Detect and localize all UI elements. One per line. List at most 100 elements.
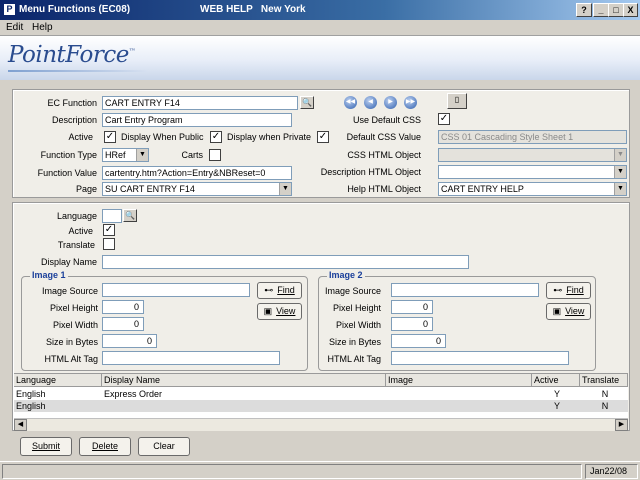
scroll-right-icon[interactable]: ▶: [615, 419, 628, 431]
column-header-active[interactable]: Active: [532, 374, 580, 387]
binoculars-icon: ⊷: [264, 285, 274, 295]
column-header-translate[interactable]: Translate: [580, 374, 628, 387]
chevron-down-icon: ▼: [614, 166, 626, 178]
ec-function-lookup-button[interactable]: 🔍: [300, 96, 314, 109]
image2-find-label: Find: [566, 285, 584, 295]
active-checkbox[interactable]: ✓: [104, 131, 116, 143]
image1-height-input[interactable]: 0: [102, 300, 144, 314]
image2-source-input[interactable]: [391, 283, 539, 297]
display-name-label: Display Name: [40, 257, 97, 267]
cell-language: English: [16, 401, 46, 411]
last-icon[interactable]: ▶▶: [404, 96, 417, 109]
column-header-image[interactable]: Image: [386, 374, 532, 387]
status-message: [2, 464, 582, 479]
document-icon[interactable]: ▯: [447, 93, 467, 109]
image1-find-button[interactable]: ⊷ Find: [257, 282, 302, 299]
image1-size-label: Size in Bytes: [45, 337, 98, 347]
use-default-css-label: Use Default CSS: [352, 115, 421, 125]
function-type-select[interactable]: HRef ▼: [102, 148, 149, 162]
image2-view-button[interactable]: ▣ View: [546, 303, 591, 320]
status-bar: Jan22/08: [0, 461, 640, 480]
language-lookup-button[interactable]: 🔍: [123, 209, 137, 222]
submit-button[interactable]: Submit: [20, 437, 72, 456]
picture-icon: ▣: [263, 306, 273, 316]
image2-size-input[interactable]: 0: [391, 334, 446, 348]
logo-swoosh: [8, 70, 148, 72]
ec-function-label: EC Function: [47, 98, 97, 108]
image1-view-button[interactable]: ▣ View: [257, 303, 302, 320]
cell-translate: N: [601, 389, 609, 399]
clear-button[interactable]: Clear: [138, 437, 190, 456]
cell-display-name: Express Order: [104, 389, 163, 399]
page-value: SU CART ENTRY F14: [105, 184, 195, 194]
description-input[interactable]: Cart Entry Program: [102, 113, 292, 127]
image2-view-label: View: [565, 306, 585, 316]
image1-find-label: Find: [277, 285, 295, 295]
cell-active: Y: [553, 401, 560, 411]
close-button[interactable]: X: [623, 3, 638, 17]
scroll-left-icon[interactable]: ◀: [14, 419, 27, 431]
menu-edit[interactable]: Edit: [6, 22, 23, 33]
image1-width-input[interactable]: 0: [102, 317, 144, 331]
chevron-down-icon: ▼: [136, 149, 148, 161]
description-html-object-select[interactable]: ▼: [438, 165, 627, 179]
image2-alt-input[interactable]: [391, 351, 569, 365]
image1-source-input[interactable]: [102, 283, 250, 297]
image1-size-input[interactable]: 0: [102, 334, 157, 348]
function-value-input[interactable]: cartentry.htm?Action=Entry&NBReset=0: [102, 166, 292, 180]
ec-function-input[interactable]: CART ENTRY F14: [102, 96, 298, 110]
title-bar: P Menu Functions (EC08) WEB HELP New Yor…: [0, 0, 640, 20]
cell-image: [386, 400, 532, 412]
minimize-button[interactable]: _: [593, 3, 609, 17]
help-html-object-value: CART ENTRY HELP: [441, 184, 524, 194]
translate-checkbox[interactable]: [103, 238, 115, 250]
lang-active-label: Active: [68, 226, 93, 236]
image2-find-button[interactable]: ⊷ Find: [546, 282, 591, 299]
lang-active-checkbox[interactable]: ✓: [103, 224, 115, 236]
display-public-label: Display When Public: [121, 132, 204, 142]
default-css-value-input[interactable]: CSS 01 Cascading Style Sheet 1: [438, 130, 627, 144]
magnifier-icon: 🔍: [125, 211, 135, 220]
language-input[interactable]: [102, 209, 122, 223]
image1-alt-input[interactable]: [102, 351, 280, 365]
image2-height-label: Pixel Height: [332, 303, 381, 313]
column-header-language[interactable]: Language: [14, 374, 102, 387]
image2-group: Image 2 Image Source ⊷ Find Pixel Height …: [318, 270, 596, 371]
image1-width-label: Pixel Width: [52, 320, 98, 330]
first-icon[interactable]: ◀◀: [344, 96, 357, 109]
prev-icon[interactable]: ◀: [364, 96, 377, 109]
translate-label: Translate: [57, 240, 95, 250]
function-panel: EC Function CART ENTRY F14 🔍 Description…: [12, 89, 630, 198]
table-row[interactable]: English Express Order Y N: [14, 388, 628, 400]
menu-help[interactable]: Help: [32, 22, 53, 33]
table-row[interactable]: English Y N: [14, 400, 628, 412]
image2-size-label: Size in Bytes: [328, 337, 381, 347]
cell-image: [386, 388, 532, 400]
pointforce-logo: PointForce™: [8, 42, 136, 68]
display-name-input[interactable]: [102, 255, 469, 269]
image2-width-input[interactable]: 0: [391, 317, 433, 331]
description-html-object-label: Description HTML Object: [320, 167, 421, 177]
image1-alt-label: HTML Alt Tag: [44, 354, 98, 364]
page-select[interactable]: SU CART ENTRY F14 ▼: [102, 182, 292, 196]
column-header-display-name[interactable]: Display Name: [102, 374, 386, 387]
display-public-checkbox[interactable]: ✓: [210, 131, 222, 143]
css-html-object-select[interactable]: ▼: [438, 148, 627, 162]
use-default-css-checkbox[interactable]: ✓: [438, 113, 450, 125]
horizontal-scrollbar[interactable]: ◀ ▶: [14, 418, 628, 431]
next-icon[interactable]: ▶: [384, 96, 397, 109]
help-html-object-select[interactable]: CART ENTRY HELP ▼: [438, 182, 627, 196]
magnifier-icon: 🔍: [302, 98, 312, 107]
help-button[interactable]: ?: [576, 3, 592, 17]
description-label: Description: [51, 115, 97, 125]
menu-bar: Edit Help: [0, 20, 640, 36]
image1-legend: Image 1: [30, 270, 68, 280]
carts-checkbox[interactable]: [209, 149, 221, 161]
function-type-value: HRef: [105, 150, 126, 160]
image2-height-input[interactable]: 0: [391, 300, 433, 314]
maximize-button[interactable]: □: [608, 3, 624, 17]
delete-button[interactable]: Delete: [79, 437, 131, 456]
status-date: Jan22/08: [585, 464, 638, 479]
cell-translate: N: [601, 401, 609, 411]
default-css-value-label: Default CSS Value: [346, 132, 421, 142]
